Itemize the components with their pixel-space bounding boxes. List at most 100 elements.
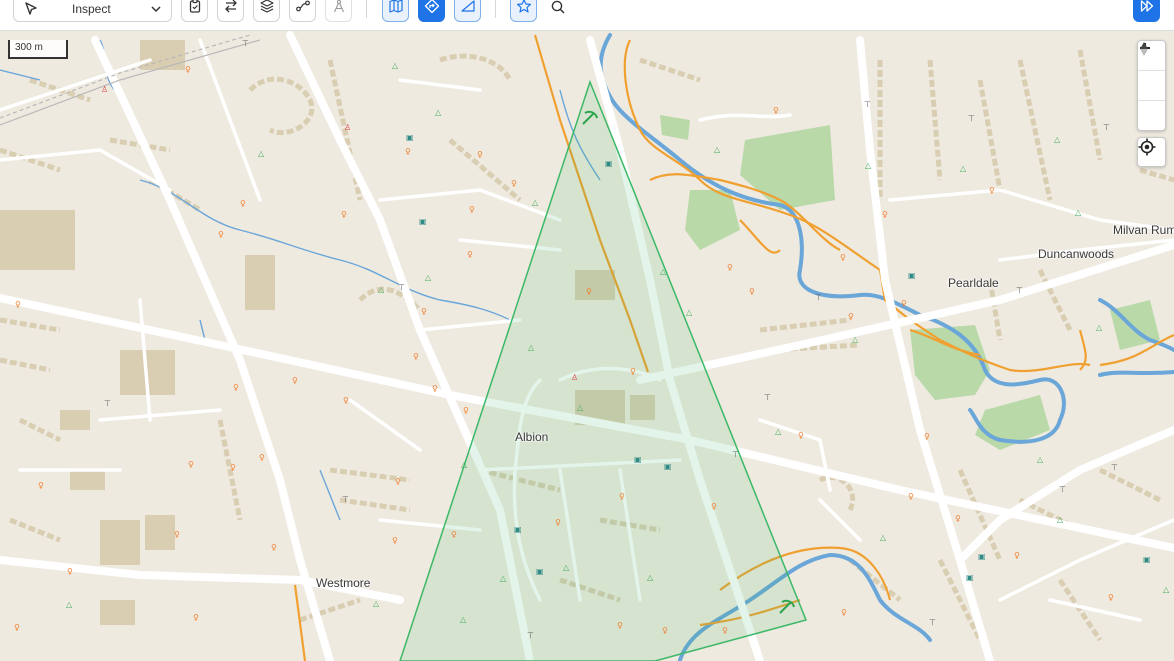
svg-text:▣: ▣ bbox=[634, 455, 642, 464]
svg-text:⊤: ⊤ bbox=[929, 618, 936, 627]
place-label: Pearldale bbox=[948, 276, 999, 290]
search-icon bbox=[550, 0, 566, 20]
map-button[interactable] bbox=[382, 0, 409, 22]
svg-text:♀: ♀ bbox=[840, 253, 846, 262]
svg-text:♀: ♀ bbox=[343, 396, 349, 405]
svg-text:♀: ♀ bbox=[405, 147, 411, 156]
svg-text:△: △ bbox=[528, 343, 535, 352]
zoom-out-button[interactable] bbox=[1138, 47, 1165, 101]
svg-text:⊤: ⊤ bbox=[398, 283, 405, 292]
navigation-button[interactable] bbox=[418, 0, 445, 22]
svg-text:⊤: ⊤ bbox=[342, 495, 349, 504]
svg-text:△: △ bbox=[686, 308, 693, 317]
svg-text:⊤: ⊤ bbox=[815, 293, 822, 302]
svg-text:♀: ♀ bbox=[477, 150, 483, 159]
svg-text:⊤: ⊤ bbox=[1016, 286, 1023, 295]
svg-text:▣: ▣ bbox=[908, 271, 916, 280]
svg-text:♀: ♀ bbox=[392, 536, 398, 545]
svg-text:▣: ▣ bbox=[966, 573, 974, 582]
clipboard-icon bbox=[187, 0, 203, 19]
svg-text:⊤: ⊤ bbox=[1059, 485, 1066, 494]
compass-reset-button[interactable] bbox=[1138, 42, 1165, 130]
svg-text:△: △ bbox=[378, 285, 385, 294]
svg-text:♀: ♀ bbox=[798, 431, 804, 440]
svg-text:♀: ♀ bbox=[619, 492, 625, 501]
cursor-arrow-icon bbox=[23, 1, 39, 22]
svg-text:△: △ bbox=[880, 533, 887, 542]
svg-text:△: △ bbox=[1054, 135, 1061, 144]
locate-me-button[interactable] bbox=[1137, 137, 1166, 167]
svg-text:⊤: ⊤ bbox=[764, 393, 771, 402]
svg-text:♀: ♀ bbox=[341, 210, 347, 219]
svg-text:♀: ♀ bbox=[292, 376, 298, 385]
svg-text:♀: ♀ bbox=[14, 623, 20, 632]
layers-button[interactable] bbox=[253, 0, 280, 22]
svg-text:⊤: ⊤ bbox=[864, 100, 871, 109]
toolbar-divider bbox=[495, 0, 496, 18]
svg-text:♀: ♀ bbox=[193, 613, 199, 622]
svg-text:△: △ bbox=[1037, 455, 1044, 464]
svg-text:△: △ bbox=[647, 573, 654, 582]
swap-button[interactable] bbox=[217, 0, 244, 22]
svg-text:△: △ bbox=[500, 574, 507, 583]
chevron-down-icon bbox=[149, 2, 163, 21]
fast-forward-button[interactable] bbox=[1133, 0, 1160, 22]
toolbar: Inspect bbox=[0, 0, 1174, 31]
svg-text:⊤: ⊤ bbox=[242, 39, 249, 48]
svg-text:♀: ♀ bbox=[15, 300, 21, 309]
svg-text:♀: ♀ bbox=[271, 543, 277, 552]
svg-text:△: △ bbox=[775, 427, 782, 436]
svg-text:♀: ♀ bbox=[240, 199, 246, 208]
svg-text:△: △ bbox=[392, 61, 399, 70]
svg-text:♀: ♀ bbox=[451, 530, 457, 539]
svg-text:△: △ bbox=[1096, 323, 1103, 332]
svg-text:♀: ♀ bbox=[469, 205, 475, 214]
measure-button[interactable] bbox=[454, 0, 481, 22]
route-button[interactable] bbox=[289, 0, 316, 22]
svg-text:♙: ♙ bbox=[571, 373, 578, 382]
svg-text:♀: ♀ bbox=[773, 106, 779, 115]
svg-text:△: △ bbox=[852, 335, 859, 344]
svg-text:♀: ♀ bbox=[395, 477, 401, 486]
svg-text:♀: ♀ bbox=[230, 463, 236, 472]
clipboard-button[interactable] bbox=[181, 0, 208, 22]
search-button[interactable] bbox=[549, 0, 567, 18]
mode-select[interactable]: Inspect bbox=[13, 0, 172, 22]
svg-text:△: △ bbox=[1057, 515, 1064, 524]
route-icon bbox=[295, 0, 311, 19]
svg-text:♀: ♀ bbox=[848, 312, 854, 321]
svg-text:△: △ bbox=[460, 615, 467, 624]
svg-text:▣: ▣ bbox=[978, 552, 986, 561]
svg-text:♀: ♀ bbox=[467, 250, 473, 259]
map-canvas[interactable]: △ △ △ △ △ △ △ △ △ △ △ △ △ △ △ △ △ △ △ △ △ △ △ △ △ △ △ △ △ ♀ ♀ ♀… bbox=[0, 30, 1174, 661]
svg-text:♀: ♀ bbox=[1014, 551, 1020, 560]
svg-text:△: △ bbox=[66, 600, 73, 609]
svg-text:△: △ bbox=[660, 267, 667, 276]
svg-text:♀: ♀ bbox=[413, 352, 419, 361]
svg-text:▣: ▣ bbox=[605, 159, 613, 168]
svg-text:♀: ♀ bbox=[727, 263, 733, 272]
favorite-button[interactable] bbox=[510, 0, 537, 22]
place-label: Albion bbox=[515, 430, 549, 444]
svg-text:♀: ♀ bbox=[924, 432, 930, 441]
svg-text:♀: ♀ bbox=[511, 179, 517, 188]
svg-text:⊤: ⊤ bbox=[1103, 123, 1110, 132]
scale-label: 300 m bbox=[15, 42, 43, 53]
star-icon bbox=[516, 0, 532, 19]
svg-text:△: △ bbox=[865, 161, 872, 170]
layers-icon bbox=[259, 0, 275, 19]
compass-button[interactable] bbox=[325, 0, 352, 22]
svg-text:♀: ♀ bbox=[749, 287, 755, 296]
svg-text:△: △ bbox=[461, 460, 468, 469]
svg-text:♀: ♀ bbox=[630, 367, 636, 376]
svg-text:△: △ bbox=[563, 563, 570, 572]
map-icon bbox=[388, 0, 404, 19]
svg-text:♀: ♀ bbox=[882, 210, 888, 219]
svg-text:♀: ♀ bbox=[711, 502, 717, 511]
svg-text:⊤: ⊤ bbox=[732, 450, 739, 459]
svg-text:♀: ♀ bbox=[421, 307, 427, 316]
scale-bar: 300 m bbox=[8, 40, 68, 59]
svg-text:♀: ♀ bbox=[1108, 593, 1114, 602]
map-graphics: △ △ △ △ △ △ △ △ △ △ △ △ △ △ △ △ △ △ △ △ △ △ △ △ △ △ △ △ △ ♀ ♀ ♀… bbox=[0, 30, 1174, 661]
svg-text:♀: ♀ bbox=[662, 626, 668, 635]
